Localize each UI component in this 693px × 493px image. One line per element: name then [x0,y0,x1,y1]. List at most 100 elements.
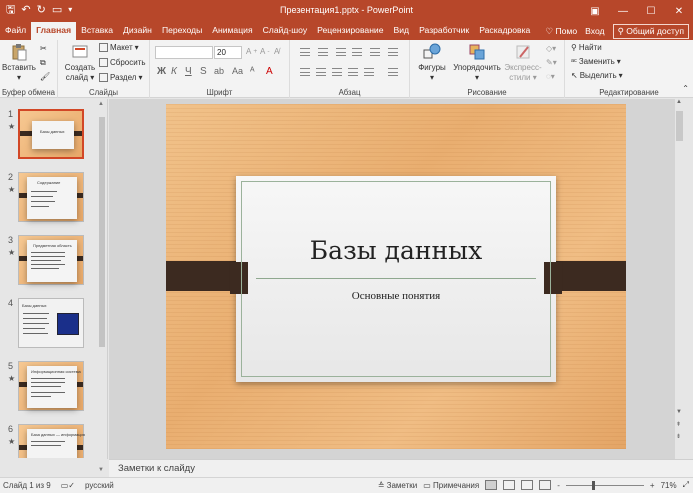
tab-view[interactable]: Вид [389,22,415,40]
zoom-level[interactable]: 71% [661,481,677,490]
decrease-indent-icon[interactable] [336,48,346,56]
strikethrough-button[interactable]: S [200,66,207,77]
format-painter-icon[interactable]: 🖌 [40,72,50,81]
shape-outline-icon[interactable]: ✎▾ [546,58,557,67]
reading-view-icon[interactable] [521,480,534,490]
minimize-icon[interactable]: — [609,0,637,22]
zoom-slider[interactable] [565,480,644,490]
zoom-in-button[interactable]: + [650,481,655,490]
comments-toggle-button[interactable]: ▭ Примечания [423,481,479,490]
slide-canvas[interactable]: Базы данных Основные понятия [166,104,626,449]
highlight-icon[interactable]: ᴬ [250,66,255,77]
slide-thumbnail-3[interactable]: 3 ★ Предметная область [5,235,105,287]
shape-effects-icon[interactable]: ◌▾ [546,72,555,81]
new-slide-button[interactable]: Создать слайд ▾ [62,43,98,83]
align-text-icon[interactable] [388,68,398,76]
slide-thumbnail-5[interactable]: 5 ★ Информационная система [5,361,105,413]
normal-view-icon[interactable] [485,480,498,490]
previous-slide-icon[interactable]: ⇞ [676,421,681,428]
slide-title[interactable]: Базы данных [236,236,556,265]
char-spacing-icon[interactable]: ab [214,66,224,76]
animation-star-icon: ★ [8,185,16,194]
slide-sorter-view-icon[interactable] [503,480,516,490]
tab-transitions[interactable]: Переходы [157,22,207,40]
ribbon-options-icon[interactable]: ▣ [581,0,609,22]
select-button[interactable]: ↖ Выделить ▾ [571,71,623,80]
shrink-font-icon[interactable]: A- [260,47,270,56]
editor-scrollbar[interactable]: ▲ ▼ ⇞ ⇟ [675,99,684,459]
zoom-out-button[interactable]: - [557,481,560,490]
grow-font-icon[interactable]: A + [246,47,257,56]
slide-thumbnail-6[interactable]: 6 ★ База данных — информация [5,424,105,458]
find-button[interactable]: ⚲ Найти [571,43,602,52]
sign-in-link[interactable]: Вход [585,26,604,36]
zoom-slider-thumb[interactable] [592,481,596,490]
tab-animations[interactable]: Анимация [207,22,257,40]
italic-button[interactable]: К [171,66,177,77]
tab-developer[interactable]: Разработчик [414,22,474,40]
reset-button[interactable]: Сбросить [99,58,146,67]
bold-button[interactable]: Ж [157,66,166,77]
text-direction-icon[interactable] [388,48,398,56]
slide-thumbnail-4[interactable]: 4 Базы данных [5,298,105,350]
tab-storyboard[interactable]: Раскадровка [474,22,535,40]
paste-button[interactable]: Вставить ▾ [2,43,36,83]
scrollbar-thumb[interactable] [99,117,105,347]
language-indicator[interactable]: русский [85,481,114,490]
scroll-up-icon[interactable]: ▲ [676,99,682,105]
thumbnail-scrollbar[interactable]: ▲ ▼ [98,101,106,473]
shape-fill-icon[interactable]: ◇▾ [546,44,556,53]
font-name-input[interactable] [155,46,213,59]
arrange-button[interactable]: Упорядочить ▾ [450,43,504,83]
copy-icon[interactable]: ⧉ [40,58,46,68]
share-button[interactable]: ⚲ Общий доступ [612,23,689,39]
notes-toggle-button[interactable]: ≙ Заметки [378,481,418,490]
section-button[interactable]: Раздел ▾ [99,73,142,82]
shapes-button[interactable]: Фигуры ▾ [416,43,448,83]
align-right-icon[interactable] [332,68,342,76]
maximize-icon[interactable]: ☐ [637,0,665,22]
tab-slideshow[interactable]: Слайд-шоу [258,22,313,40]
drawing-group: Фигуры ▾ Упорядочить ▾ Экспресс-стили ▾ ◇▾… [410,40,565,98]
tab-insert[interactable]: Вставка [76,22,118,40]
tab-design[interactable]: Дизайн [118,22,157,40]
scrollbar-thumb[interactable] [676,111,683,141]
title-bar: 🖫 ↶ ↻ ▭ ▾ Презентация1.pptx - PowerPoint… [0,0,693,22]
line-spacing-icon[interactable] [370,48,380,56]
slide-counter[interactable]: Слайд 1 из 9 [3,481,51,490]
spellcheck-icon[interactable]: ▭✓ [61,481,75,490]
help-button[interactable]: ♡ Помо [545,26,577,37]
slide-subtitle[interactable]: Основные понятия [236,290,556,302]
replace-icon: ᵃᶜ [571,57,577,66]
animation-star-icon: ★ [8,248,16,257]
font-color-icon[interactable]: A [266,66,273,77]
columns-icon[interactable] [364,68,374,76]
close-icon[interactable]: ✕ [665,0,693,22]
align-left-icon[interactable] [300,68,310,76]
quick-styles-button[interactable]: Экспресс-стили ▾ [504,43,542,83]
clear-formatting-icon[interactable]: A̸ [274,47,279,56]
font-size-input[interactable]: 20 [214,46,242,59]
scroll-up-icon[interactable]: ▲ [98,101,104,107]
tab-file[interactable]: Файл [0,22,31,40]
bullets-icon[interactable] [300,48,310,56]
align-center-icon[interactable] [316,68,326,76]
numbering-icon[interactable] [318,48,328,56]
next-slide-icon[interactable]: ⇟ [676,433,681,440]
cut-icon[interactable]: ✂ [40,44,47,53]
justify-icon[interactable] [348,68,358,76]
fit-slide-icon[interactable]: ⤢ [683,480,689,490]
increase-indent-icon[interactable] [352,48,362,56]
scroll-down-icon[interactable]: ▼ [676,409,682,415]
replace-button[interactable]: ᵃᶜ Заменить ▾ [571,57,621,66]
scroll-down-icon[interactable]: ▼ [98,467,104,473]
layout-button[interactable]: Макет ▾ [99,43,139,52]
underline-button[interactable]: Ч [185,66,192,77]
notes-pane[interactable]: Заметки к слайду [109,459,693,477]
change-case-icon[interactable]: Aa [232,66,243,76]
slideshow-view-icon[interactable] [539,480,552,490]
tab-review[interactable]: Рецензирование [312,22,388,40]
slide-thumbnail-1[interactable]: 1 ★ Базы данных [5,109,105,161]
slide-thumbnail-2[interactable]: 2 ★ Содержание [5,172,105,224]
tab-home[interactable]: Главная [31,22,77,40]
